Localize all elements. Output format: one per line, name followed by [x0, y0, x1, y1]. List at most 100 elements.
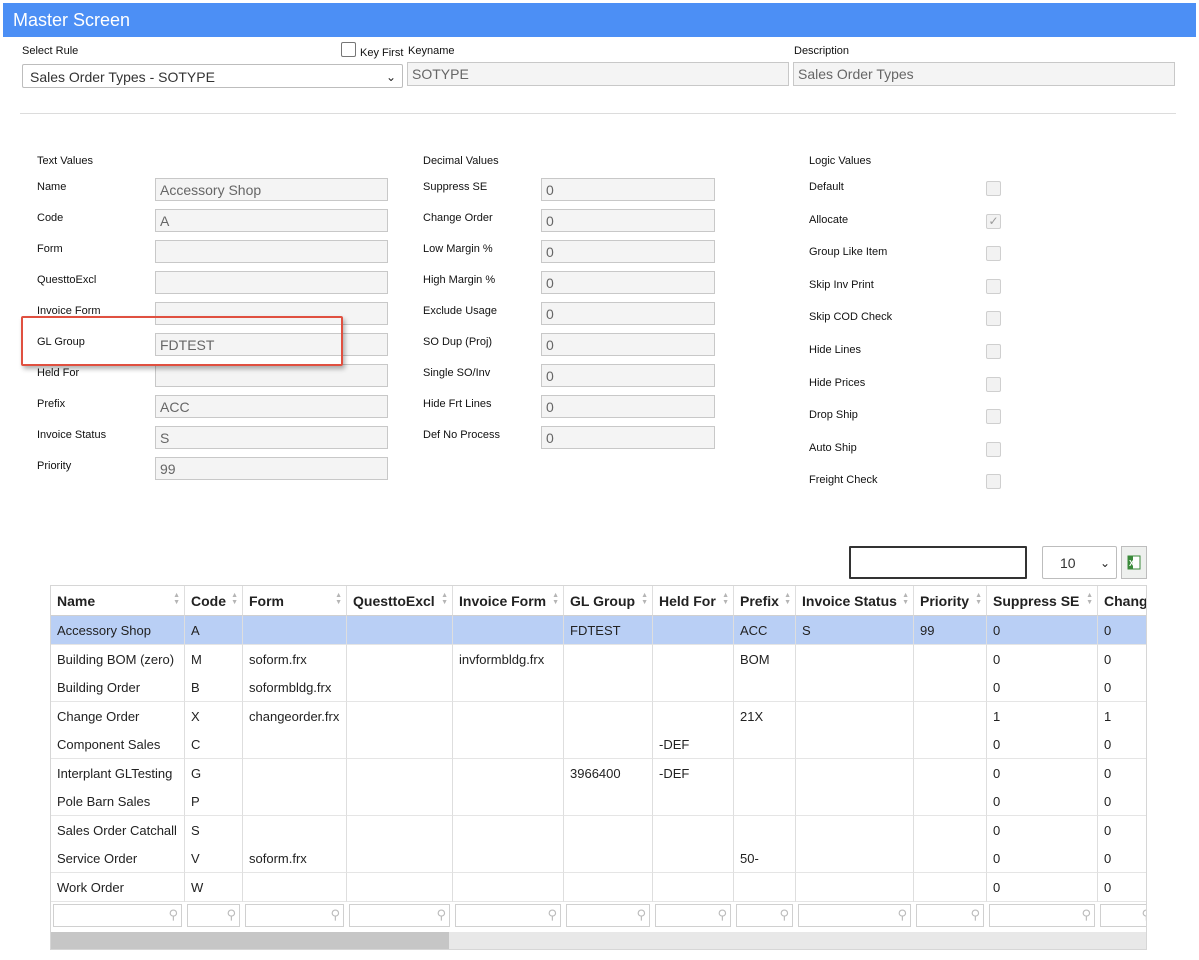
- group-like-item-checkbox[interactable]: [986, 246, 1001, 261]
- table-cell: [347, 816, 453, 845]
- field-label-form: Form: [37, 243, 63, 255]
- table-cell: [796, 759, 914, 788]
- table-cell: [453, 759, 564, 788]
- name-field[interactable]: Accessory Shop: [155, 178, 388, 201]
- skip-cod-check-checkbox[interactable]: [986, 311, 1001, 326]
- table-cell: [796, 787, 914, 816]
- field-label-name: Name: [37, 181, 67, 193]
- table-cell: [914, 759, 987, 788]
- column-filter-input[interactable]: ⚲: [455, 904, 561, 927]
- column-filter-input[interactable]: ⚲: [245, 904, 344, 927]
- held-for-field[interactable]: [155, 364, 388, 387]
- column-header-invoice-status[interactable]: Invoice Status ▲ ▼: [796, 586, 914, 616]
- sort-icon[interactable]: ▲▼: [552, 592, 559, 606]
- single-so-inv-field[interactable]: 0: [541, 364, 715, 387]
- column-filter-input[interactable]: ⚲: [187, 904, 240, 927]
- sort-icon[interactable]: ▲▼: [975, 592, 982, 606]
- drop-ship-checkbox[interactable]: [986, 409, 1001, 424]
- prefix-field[interactable]: ACC: [155, 395, 388, 418]
- field-label-held-for: Held For: [37, 367, 80, 379]
- sort-icon[interactable]: ▲▼: [441, 592, 448, 606]
- def-no-process-field[interactable]: 0: [541, 426, 715, 449]
- column-filter-input[interactable]: ⚲: [916, 904, 984, 927]
- table-cell: 0: [1098, 759, 1146, 788]
- high-margin-field[interactable]: 0: [541, 271, 715, 294]
- table-cell: -DEF: [653, 759, 734, 788]
- code-field[interactable]: A: [155, 209, 388, 232]
- column-filter-input[interactable]: ⚲: [989, 904, 1095, 927]
- hide-frt-lines-field[interactable]: 0: [541, 395, 715, 418]
- column-filter-input[interactable]: ⚲: [655, 904, 731, 927]
- page-size-select[interactable]: 10 ⌄: [1042, 546, 1117, 579]
- questtoexcl-field[interactable]: [155, 271, 388, 294]
- table-cell: [564, 873, 653, 902]
- column-header-change-order[interactable]: Change Order▲▼: [1098, 586, 1147, 616]
- column-header-invoice-form[interactable]: Invoice Form ▲ ▼: [453, 586, 564, 616]
- suppress-se-field[interactable]: 0: [541, 178, 715, 201]
- field-label-auto-ship: Auto Ship: [809, 442, 857, 454]
- change-order-field[interactable]: 0: [541, 209, 715, 232]
- freight-check-checkbox[interactable]: [986, 474, 1001, 489]
- hide-prices-checkbox[interactable]: [986, 377, 1001, 392]
- search-icon: ⚲: [779, 907, 789, 922]
- decimal-values-heading: Decimal Values: [423, 155, 499, 167]
- table-cell: [796, 873, 914, 902]
- column-filter-input[interactable]: ⚲: [1100, 904, 1146, 927]
- scrollbar-thumb[interactable]: [51, 932, 449, 949]
- sort-icon[interactable]: ▲▼: [784, 592, 791, 606]
- column-header-code[interactable]: Code ▲ ▼: [185, 586, 243, 616]
- priority-field[interactable]: 99: [155, 457, 388, 480]
- table-cell: C: [185, 730, 243, 759]
- column-header-held-for[interactable]: Held For ▲ ▼: [653, 586, 734, 616]
- sort-icon[interactable]: ▲▼: [722, 592, 729, 606]
- table-cell: -DEF: [653, 730, 734, 759]
- skip-inv-print-checkbox[interactable]: [986, 279, 1001, 294]
- column-filter-input[interactable]: ⚲: [349, 904, 450, 927]
- column-filter-input[interactable]: ⚲: [798, 904, 911, 927]
- key-first-checkbox[interactable]: [341, 42, 356, 57]
- sort-icon[interactable]: ▲▼: [335, 592, 342, 606]
- auto-ship-checkbox[interactable]: [986, 442, 1001, 457]
- column-header-form[interactable]: Form ▲ ▼: [243, 586, 347, 616]
- sort-icon[interactable]: ▲▼: [231, 592, 238, 606]
- table-cell: [734, 816, 796, 845]
- column-header-questtoexcl[interactable]: QuesttoExcl ▲ ▼: [347, 586, 453, 616]
- keyname-field[interactable]: SOTYPE: [407, 62, 789, 86]
- grid-search-input[interactable]: [849, 546, 1027, 579]
- description-field[interactable]: Sales Order Types: [793, 62, 1175, 86]
- sort-icon[interactable]: ▲▼: [902, 592, 909, 606]
- column-header-priority[interactable]: Priority ▲ ▼: [914, 586, 987, 616]
- field-label-skip-cod-check: Skip COD Check: [809, 311, 893, 323]
- column-filter-input[interactable]: ⚲: [736, 904, 793, 927]
- table-cell: [453, 616, 564, 645]
- low-margin-field[interactable]: 0: [541, 240, 715, 263]
- column-header-name[interactable]: Name ▲ ▼: [51, 586, 185, 616]
- hide-lines-checkbox[interactable]: [986, 344, 1001, 359]
- column-header-label: Held For: [659, 593, 716, 609]
- sort-icon[interactable]: ▲▼: [1086, 592, 1093, 606]
- column-header-gl-group[interactable]: GL Group ▲ ▼: [564, 586, 653, 616]
- column-header-suppress-se[interactable]: Suppress SE ▲ ▼: [987, 586, 1098, 616]
- select-rule-dropdown[interactable]: Sales Order Types - SOTYPE ⌄: [22, 64, 403, 88]
- table-cell: [453, 844, 564, 873]
- default-checkbox[interactable]: [986, 181, 1001, 196]
- exclude-usage-field[interactable]: 0: [541, 302, 715, 325]
- sort-icon[interactable]: ▲▼: [1146, 592, 1147, 606]
- table-cell: Building Order: [51, 673, 185, 702]
- table-cell: [347, 844, 453, 873]
- form-field[interactable]: [155, 240, 388, 263]
- sort-icon[interactable]: ▲▼: [173, 592, 180, 606]
- column-filter-input[interactable]: ⚲: [566, 904, 650, 927]
- so-dup-proj-field[interactable]: 0: [541, 333, 715, 356]
- column-header-prefix[interactable]: Prefix ▲ ▼: [734, 586, 796, 616]
- table-cell: [564, 816, 653, 845]
- window-title: Master Screen: [3, 3, 1196, 37]
- invoice-status-field[interactable]: S: [155, 426, 388, 449]
- table-cell: M: [185, 645, 243, 674]
- allocate-checkbox[interactable]: ✓: [986, 214, 1001, 229]
- table-cell: [734, 759, 796, 788]
- column-filter-input[interactable]: ⚲: [53, 904, 182, 927]
- column-header-label: Suppress SE: [993, 593, 1080, 609]
- sort-icon[interactable]: ▲▼: [641, 592, 648, 606]
- excel-export-button[interactable]: X: [1121, 546, 1147, 579]
